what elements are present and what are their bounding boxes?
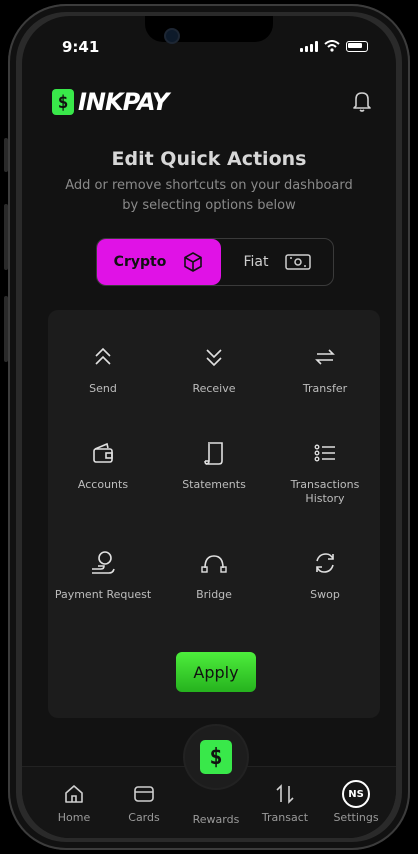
tab-label: Rewards — [192, 813, 240, 826]
action-label: Swop — [310, 588, 340, 601]
double-chevron-down-icon — [206, 349, 222, 367]
action-swop[interactable]: Swop — [270, 546, 380, 602]
action-payment-request[interactable]: Payment Request — [48, 546, 158, 602]
tab-cards[interactable]: Cards — [114, 781, 174, 824]
page-title: Edit Quick Actions — [111, 148, 307, 170]
action-label: Transactions History — [290, 478, 360, 505]
side-button — [4, 296, 8, 362]
action-accounts[interactable]: Accounts — [48, 436, 158, 492]
wifi-icon — [324, 40, 340, 52]
tab-label: Transact — [261, 811, 309, 824]
fiat-tab[interactable]: Fiat — [221, 239, 333, 285]
crypto-tab-label: Crypto — [113, 254, 167, 270]
action-send[interactable]: Send — [48, 340, 158, 396]
action-label: Payment Request — [54, 588, 152, 601]
action-label: Receive — [192, 382, 236, 395]
signal-icon — [300, 40, 318, 52]
action-label: Accounts — [77, 478, 129, 491]
transact-icon — [276, 784, 294, 804]
crypto-tab[interactable]: Crypto — [97, 239, 221, 285]
refresh-icon — [316, 553, 334, 573]
app-logo: $ INKPAY — [52, 88, 169, 116]
tab-label: Home — [57, 811, 91, 824]
action-receive[interactable]: Receive — [159, 340, 269, 396]
crypto-fiat-toggle: Crypto Fiat — [96, 238, 334, 286]
status-icons — [300, 40, 368, 52]
page-subtitle: Add or remove shortcuts on your dashboar… — [65, 178, 353, 213]
double-chevron-up-icon — [95, 347, 111, 365]
logo-mark: $ — [52, 89, 74, 115]
cube-icon — [184, 252, 203, 272]
app-screen: 9:41 $ INKPAY Edit Quick Actions Add or … — [22, 16, 396, 838]
apply-button[interactable]: Apply — [176, 652, 256, 692]
tab-label: Cards — [128, 811, 160, 824]
tab-label: Settings — [333, 811, 379, 824]
side-button — [4, 204, 8, 270]
tab-transact[interactable]: Transact — [255, 781, 315, 824]
avatar: NS — [342, 780, 370, 808]
action-label: Bridge — [196, 588, 232, 601]
action-label: Transfer — [302, 382, 348, 395]
wallet-icon — [93, 442, 113, 463]
hand-request-icon — [92, 551, 115, 574]
battery-icon — [346, 40, 368, 52]
action-transactions-history[interactable]: Transactions History — [270, 436, 380, 506]
camera — [164, 28, 180, 44]
action-transfer[interactable]: Transfer — [270, 340, 380, 396]
tab-settings[interactable]: NS Settings — [326, 780, 386, 824]
action-label: Statements — [182, 478, 246, 491]
logo-text: INKPAY — [78, 88, 169, 116]
banknote-icon — [284, 254, 311, 270]
arrows-left-right-icon — [315, 349, 335, 365]
bridge-icon — [201, 555, 227, 573]
action-label: Send — [89, 382, 117, 395]
rewards-icon: $ — [200, 740, 232, 774]
list-icon — [314, 444, 335, 462]
tab-home[interactable]: Home — [44, 781, 104, 824]
scroll-icon — [204, 442, 223, 465]
action-statements[interactable]: Statements — [159, 436, 269, 492]
action-bridge[interactable]: Bridge — [159, 546, 269, 602]
rewards-button[interactable]: $ — [185, 726, 247, 788]
side-button — [4, 138, 8, 172]
notification-bell-icon[interactable] — [352, 90, 372, 112]
fiat-tab-label: Fiat — [243, 254, 269, 270]
status-time: 9:41 — [62, 38, 100, 56]
tab-rewards[interactable]: Rewards — [186, 809, 246, 826]
home-icon — [65, 785, 83, 803]
card-icon — [134, 786, 154, 802]
